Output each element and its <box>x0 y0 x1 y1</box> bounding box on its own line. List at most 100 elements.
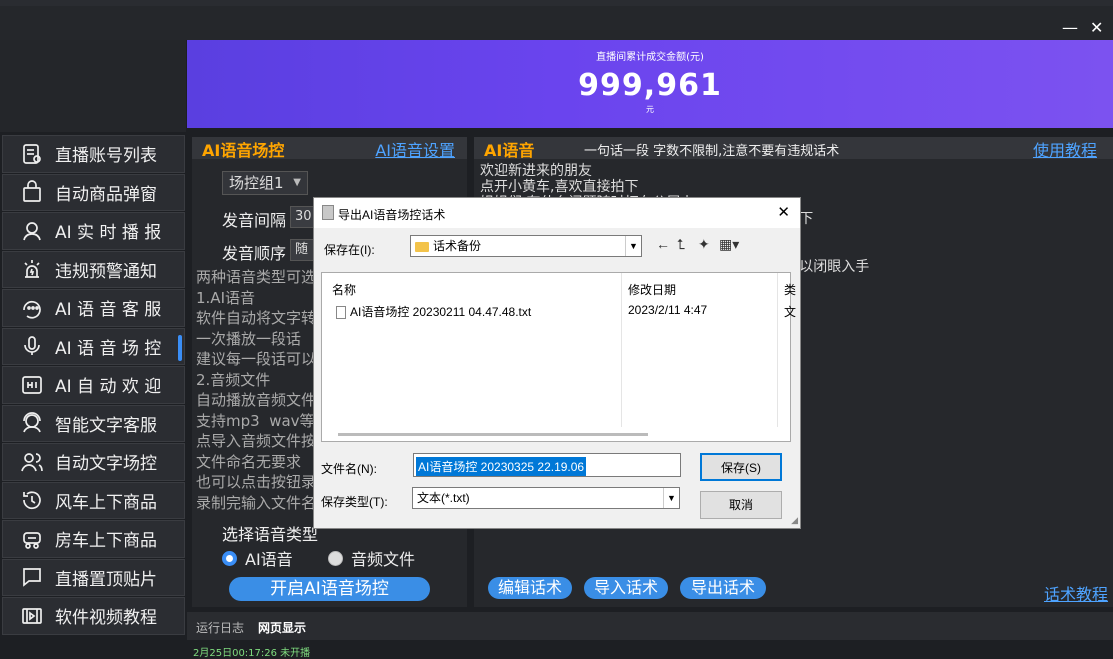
chat-bubble-icon <box>19 564 45 590</box>
sidebar-item-realtime-broadcast[interactable]: AI 实 时 播 报 <box>2 212 185 250</box>
users-icon <box>19 449 45 475</box>
sidebar-item-label: 风车上下商品 <box>55 492 157 513</box>
sidebar-item-label: AI 实 时 播 报 <box>55 223 162 244</box>
sidebar-item-label: 软件视频教程 <box>55 608 157 629</box>
sidebar-item-label: 房车上下商品 <box>55 531 157 552</box>
banner-amount: 999,961 <box>578 68 722 103</box>
video-icon <box>19 603 45 629</box>
voice-settings-link[interactable]: AI语音设置 <box>375 137 455 161</box>
sidebar-item-product-popup[interactable]: 自动商品弹窗 <box>2 173 185 211</box>
sidebar-item-rv-products[interactable]: 房车上下商品 <box>2 520 185 558</box>
sidebar-item-label: 直播置顶贴片 <box>55 569 157 590</box>
car-icon <box>19 526 45 552</box>
save-button[interactable]: 保存(S) <box>700 453 782 481</box>
tab-web-display[interactable]: 网页显示 <box>258 619 306 636</box>
panel-title: AI语音场控 <box>202 141 285 160</box>
export-script-button[interactable]: 导出话术 <box>680 577 766 599</box>
script-tutorial-link[interactable]: 话术教程 <box>1044 581 1108 605</box>
panel-subtitle: 一句话一段 字数不限制,注意不要有违规话术 <box>584 144 840 159</box>
chevron-down-icon: ▼ <box>663 488 679 508</box>
radio-dot <box>328 550 343 566</box>
voice-service-icon <box>19 295 45 321</box>
broadcaster-icon <box>19 218 45 244</box>
sidebar-item-label: AI 自 动 欢 迎 <box>55 377 162 398</box>
filetype-label: 保存类型(T): <box>321 495 388 509</box>
sidebar-item-label: 自动商品弹窗 <box>55 184 157 205</box>
sidebar-item-voice-service[interactable]: AI 语 音 客 服 <box>2 289 185 327</box>
sidebar-item-label: 违规预警通知 <box>55 261 157 282</box>
import-script-button[interactable]: 导入话术 <box>584 577 668 599</box>
title-bar: — ✕ <box>0 6 1113 40</box>
sales-banner: 直播间累计成交金额(元) 999,961 元 <box>187 40 1113 128</box>
refresh-clock-icon <box>19 487 45 513</box>
panel-header: AI语音 一句话一段 字数不限制,注意不要有违规话术 使用教程 <box>474 137 1113 161</box>
cancel-button[interactable]: 取消 <box>700 491 782 519</box>
tutorial-link[interactable]: 使用教程 <box>1033 137 1097 161</box>
text-file-icon <box>336 306 346 320</box>
save-in-label: 保存在(I): <box>324 243 375 257</box>
start-voice-control-button[interactable]: 开启AI语音场控 <box>229 577 430 601</box>
chevron-down-icon: ▼ <box>625 236 641 256</box>
chevron-down-icon: ▼ <box>293 177 301 188</box>
logo-area <box>0 40 186 132</box>
sidebar-item-label: AI 语 音 场 控 <box>55 338 162 359</box>
close-button[interactable]: ✕ <box>1090 18 1103 37</box>
shopping-bag-icon <box>19 179 45 205</box>
tab-run-log[interactable]: 运行日志 <box>196 619 244 636</box>
resize-grip-icon[interactable]: ◢ <box>791 515 798 526</box>
radio-audio-file[interactable]: 音频文件 <box>328 546 415 570</box>
folder-combo[interactable]: 话术备份 ▼ <box>410 235 642 257</box>
sidebar-item-account-list[interactable]: 直播账号列表 <box>2 135 185 173</box>
up-folder-icon[interactable]: ⮤ <box>677 236 685 253</box>
interval-label: 发音间隔 <box>222 211 287 230</box>
sidebar-item-pinned-sticker[interactable]: 直播置顶贴片 <box>2 558 185 596</box>
back-arrow-icon[interactable]: ← <box>656 236 670 252</box>
headset-icon <box>19 410 45 436</box>
panel-header: AI语音场控 AI语音设置 <box>192 137 467 161</box>
column-type[interactable]: 类 <box>784 281 796 298</box>
column-divider <box>621 273 622 427</box>
microphone-icon <box>19 333 45 359</box>
filename-input[interactable]: AI语音场控 20230325 22.19.06 <box>413 453 681 477</box>
minimize-button[interactable]: — <box>1062 18 1078 37</box>
close-icon[interactable]: ✕ <box>777 203 790 221</box>
view-menu-icon[interactable]: ▦▾ <box>719 236 739 253</box>
account-list-icon <box>19 141 45 167</box>
file-date: 2023/2/11 4:47 <box>628 303 708 317</box>
sidebar-item-text-control[interactable]: 自动文字场控 <box>2 443 185 481</box>
dialog-title: 导出AI语音场控话术 <box>338 208 446 222</box>
sidebar-item-voice-control[interactable]: AI 语 音 场 控 <box>2 327 185 365</box>
sidebar: 直播账号列表 自动商品弹窗 AI 实 时 播 报 违规预警通知 AI 语 音 客… <box>2 135 185 636</box>
filetype-combo[interactable]: 文本(*.txt) ▼ <box>412 487 680 509</box>
sidebar-item-violation-alert[interactable]: 违规预警通知 <box>2 250 185 288</box>
sidebar-item-video-tutorial[interactable]: 软件视频教程 <box>2 597 185 635</box>
column-date[interactable]: 修改日期 <box>628 281 676 298</box>
voice-type-label: 选择语音类型 <box>222 525 319 544</box>
folder-icon <box>415 241 429 252</box>
file-list: 名称 修改日期 类 AI语音场控 20230211 04.47.48.txt 2… <box>321 272 796 442</box>
sidebar-item-windmill-products[interactable]: 风车上下商品 <box>2 481 185 519</box>
edit-script-button[interactable]: 编辑话术 <box>488 577 572 599</box>
column-name[interactable]: 名称 <box>332 281 356 298</box>
radio-ai-voice[interactable]: AI语音 <box>222 546 293 570</box>
alert-icon <box>19 256 45 282</box>
horizontal-scrollbar[interactable] <box>338 433 648 436</box>
column-divider <box>777 273 778 427</box>
sidebar-item-label: AI 语 音 客 服 <box>55 300 162 321</box>
dialog-title-bar: 导出AI语音场控话术 ✕ <box>314 198 800 228</box>
file-type: 文 <box>784 305 797 319</box>
file-row[interactable]: AI语音场控 20230211 04.47.48.txt <box>336 303 531 320</box>
order-label: 发音顺序 <box>222 244 287 263</box>
new-folder-icon[interactable]: ✦ <box>698 236 710 253</box>
banner-unit: 元 <box>646 105 654 114</box>
hi-icon <box>19 372 45 398</box>
sidebar-item-text-service[interactable]: 智能文字客服 <box>2 404 185 442</box>
group-select[interactable]: 场控组1 ▼ <box>222 171 308 195</box>
sidebar-item-label: 智能文字客服 <box>55 415 157 436</box>
banner-label: 直播间累计成交金额(元) <box>596 52 704 63</box>
save-dialog: 导出AI语音场控话术 ✕ 保存在(I): 话术备份 ▼ ← ⮤ ✦ ▦▾ 名称 修… <box>313 197 801 529</box>
log-bar: 运行日志 网页显示 <box>187 612 1113 640</box>
sidebar-item-label: 直播账号列表 <box>55 146 157 167</box>
document-icon <box>322 205 334 220</box>
sidebar-item-auto-welcome[interactable]: AI 自 动 欢 迎 <box>2 366 185 404</box>
